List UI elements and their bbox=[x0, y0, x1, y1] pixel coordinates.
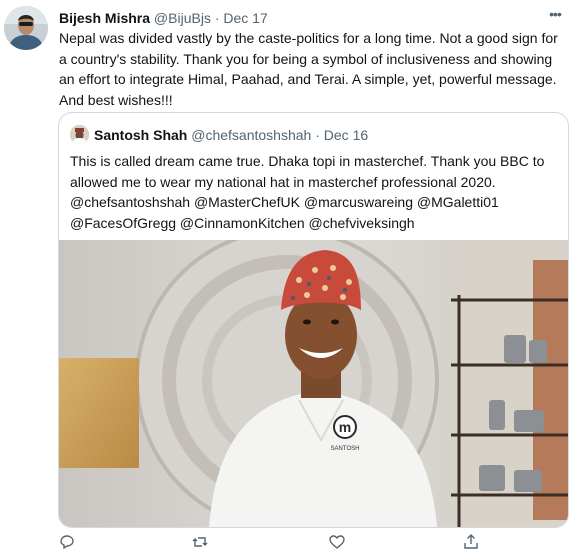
tweet-header: Bijesh Mishra @BijuBjs · Dec 17 bbox=[59, 8, 565, 28]
quoted-author-handle[interactable]: @chefsantoshshah bbox=[191, 127, 311, 143]
masterchef-logo-letter: m bbox=[339, 419, 351, 435]
quoted-tweet-date[interactable]: Dec 16 bbox=[324, 127, 368, 143]
share-icon[interactable] bbox=[462, 533, 480, 551]
quoted-tweet-card[interactable]: Santosh Shah @chefsantoshshah · Dec 16 T… bbox=[58, 112, 569, 528]
more-options-button[interactable]: ••• bbox=[545, 7, 565, 23]
author-avatar[interactable] bbox=[4, 6, 48, 50]
photo-illustration: m SANTOSH bbox=[59, 240, 568, 527]
quoted-author-name[interactable]: Santosh Shah bbox=[94, 127, 187, 143]
like-icon[interactable] bbox=[328, 533, 346, 551]
tweet-actions bbox=[58, 533, 558, 553]
quoted-tweet-text: This is called dream came true. Dhaka to… bbox=[70, 153, 545, 231]
quoted-tweet-header: Santosh Shah @chefsantoshshah · Dec 16 bbox=[94, 125, 368, 145]
quoted-tweet-photo[interactable]: m SANTOSH bbox=[59, 240, 568, 527]
jacket-name-label: SANTOSH bbox=[331, 446, 360, 452]
quoted-author-photo bbox=[70, 125, 89, 144]
reply-icon[interactable] bbox=[58, 533, 76, 551]
quoted-author-avatar bbox=[70, 125, 89, 144]
tweet-date[interactable]: Dec 17 bbox=[223, 10, 267, 26]
header-separator: · bbox=[214, 10, 220, 26]
author-name[interactable]: Bijesh Mishra bbox=[59, 10, 150, 26]
retweet-icon[interactable] bbox=[191, 533, 209, 551]
tweet-text: Nepal was divided vastly by the caste-po… bbox=[59, 30, 558, 108]
author-handle[interactable]: @BijuBjs bbox=[154, 10, 211, 26]
quoted-header-separator: · bbox=[315, 127, 320, 143]
author-photo bbox=[4, 6, 48, 50]
